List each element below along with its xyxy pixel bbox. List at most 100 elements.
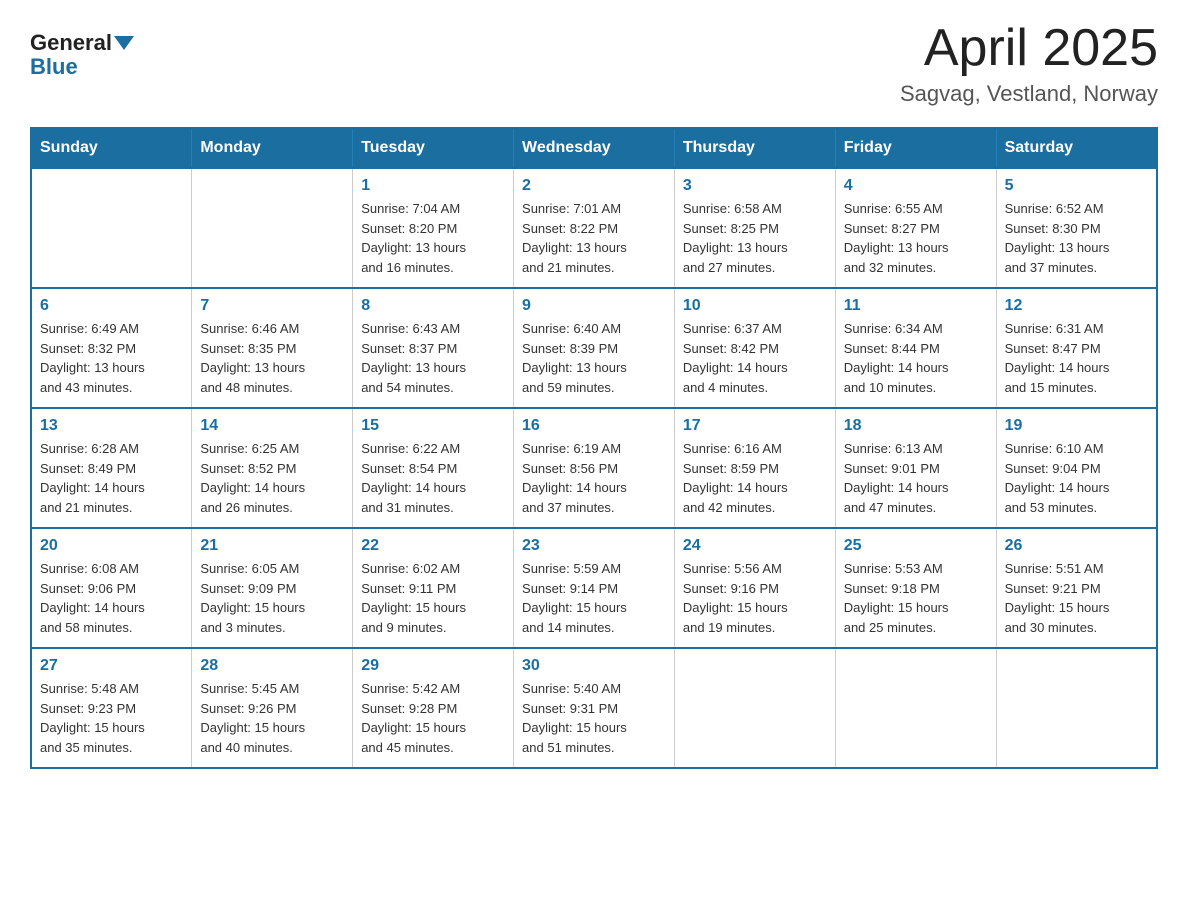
calendar-body: 1 Sunrise: 7:04 AM Sunset: 8:20 PM Daylig… [31,168,1157,768]
day-info-25: Sunrise: 5:53 AM Sunset: 9:18 PM Dayligh… [844,559,988,637]
day-info-27: Sunrise: 5:48 AM Sunset: 9:23 PM Dayligh… [40,679,183,757]
calendar-cell-w1-d6: 4 Sunrise: 6:55 AM Sunset: 8:27 PM Daylig… [835,168,996,288]
calendar-cell-w1-d5: 3 Sunrise: 6:58 AM Sunset: 8:25 PM Daylig… [674,168,835,288]
day-number-20: 20 [40,537,183,555]
days-of-week-row: Sunday Monday Tuesday Wednesday Thursday… [31,128,1157,168]
header-saturday: Saturday [996,128,1157,168]
day-info-5: Sunrise: 6:52 AM Sunset: 8:30 PM Dayligh… [1005,199,1148,277]
calendar-header: Sunday Monday Tuesday Wednesday Thursday… [31,128,1157,168]
calendar-cell-w3-d4: 16 Sunrise: 6:19 AM Sunset: 8:56 PM Dayli… [514,408,675,528]
month-title: April 2025 [900,20,1158,77]
day-info-15: Sunrise: 6:22 AM Sunset: 8:54 PM Dayligh… [361,439,505,517]
calendar-cell-w5-d2: 28Sunrise: 5:45 AM Sunset: 9:26 PM Dayli… [192,648,353,768]
day-info-24: Sunrise: 5:56 AM Sunset: 9:16 PM Dayligh… [683,559,827,637]
day-number-30: 30 [522,657,666,675]
calendar-cell-w2-d2: 7Sunrise: 6:46 AM Sunset: 8:35 PM Daylig… [192,288,353,408]
day-number-1: 1 [361,177,505,195]
day-number-21: 21 [200,537,344,555]
week-row-2: 6 Sunrise: 6:49 AM Sunset: 8:32 PM Daylig… [31,288,1157,408]
header-thursday: Thursday [674,128,835,168]
day-number-29: 29 [361,657,505,675]
week-row-1: 1 Sunrise: 7:04 AM Sunset: 8:20 PM Daylig… [31,168,1157,288]
week-row-5: 27Sunrise: 5:48 AM Sunset: 9:23 PM Dayli… [31,648,1157,768]
calendar-table: Sunday Monday Tuesday Wednesday Thursday… [30,127,1158,769]
day-info-28: Sunrise: 5:45 AM Sunset: 9:26 PM Dayligh… [200,679,344,757]
day-number-13: 13 [40,417,183,435]
day-info-14: Sunrise: 6:25 AM Sunset: 8:52 PM Dayligh… [200,439,344,517]
header-sunday: Sunday [31,128,192,168]
day-number-11: 11 [844,297,988,315]
location-text: Sagvag, Vestland, Norway [900,81,1158,107]
day-number-5: 5 [1005,177,1148,195]
calendar-cell-w5-d1: 27Sunrise: 5:48 AM Sunset: 9:23 PM Dayli… [31,648,192,768]
logo: General Blue [30,30,134,80]
day-number-10: 10 [683,297,827,315]
calendar-cell-w3-d6: 18 Sunrise: 6:13 AM Sunset: 9:01 PM Dayli… [835,408,996,528]
calendar-cell-w3-d3: 15 Sunrise: 6:22 AM Sunset: 8:54 PM Dayli… [353,408,514,528]
day-info-10: Sunrise: 6:37 AM Sunset: 8:42 PM Dayligh… [683,319,827,397]
calendar-cell-w2-d1: 6 Sunrise: 6:49 AM Sunset: 8:32 PM Daylig… [31,288,192,408]
day-number-26: 26 [1005,537,1148,555]
logo-blue-text: Blue [30,54,78,80]
day-info-3: Sunrise: 6:58 AM Sunset: 8:25 PM Dayligh… [683,199,827,277]
day-info-4: Sunrise: 6:55 AM Sunset: 8:27 PM Dayligh… [844,199,988,277]
calendar-cell-w1-d7: 5 Sunrise: 6:52 AM Sunset: 8:30 PM Daylig… [996,168,1157,288]
day-number-8: 8 [361,297,505,315]
day-info-13: Sunrise: 6:28 AM Sunset: 8:49 PM Dayligh… [40,439,183,517]
calendar-cell-w1-d4: 2 Sunrise: 7:01 AM Sunset: 8:22 PM Daylig… [514,168,675,288]
day-info-18: Sunrise: 6:13 AM Sunset: 9:01 PM Dayligh… [844,439,988,517]
logo-arrow-icon [114,36,134,50]
day-info-2: Sunrise: 7:01 AM Sunset: 8:22 PM Dayligh… [522,199,666,277]
day-number-3: 3 [683,177,827,195]
calendar-cell-w4-d2: 21Sunrise: 6:05 AM Sunset: 9:09 PM Dayli… [192,528,353,648]
day-number-6: 6 [40,297,183,315]
calendar-cell-w3-d7: 19Sunrise: 6:10 AM Sunset: 9:04 PM Dayli… [996,408,1157,528]
day-info-29: Sunrise: 5:42 AM Sunset: 9:28 PM Dayligh… [361,679,505,757]
day-number-4: 4 [844,177,988,195]
day-number-2: 2 [522,177,666,195]
day-info-16: Sunrise: 6:19 AM Sunset: 8:56 PM Dayligh… [522,439,666,517]
day-number-25: 25 [844,537,988,555]
calendar-cell-w4-d6: 25 Sunrise: 5:53 AM Sunset: 9:18 PM Dayli… [835,528,996,648]
calendar-cell-w4-d4: 23Sunrise: 5:59 AM Sunset: 9:14 PM Dayli… [514,528,675,648]
day-info-7: Sunrise: 6:46 AM Sunset: 8:35 PM Dayligh… [200,319,344,397]
calendar-cell-w4-d1: 20Sunrise: 6:08 AM Sunset: 9:06 PM Dayli… [31,528,192,648]
day-info-30: Sunrise: 5:40 AM Sunset: 9:31 PM Dayligh… [522,679,666,757]
day-info-19: Sunrise: 6:10 AM Sunset: 9:04 PM Dayligh… [1005,439,1148,517]
logo-general-text: General [30,30,112,56]
calendar-cell-w3-d2: 14 Sunrise: 6:25 AM Sunset: 8:52 PM Dayli… [192,408,353,528]
header-friday: Friday [835,128,996,168]
calendar-cell-w2-d7: 12 Sunrise: 6:31 AM Sunset: 8:47 PM Dayli… [996,288,1157,408]
day-number-18: 18 [844,417,988,435]
calendar-cell-w2-d6: 11 Sunrise: 6:34 AM Sunset: 8:44 PM Dayli… [835,288,996,408]
calendar-cell-w5-d7 [996,648,1157,768]
day-info-11: Sunrise: 6:34 AM Sunset: 8:44 PM Dayligh… [844,319,988,397]
day-number-22: 22 [361,537,505,555]
day-number-15: 15 [361,417,505,435]
day-number-16: 16 [522,417,666,435]
page-header: General Blue April 2025 Sagvag, Vestland… [30,20,1158,107]
day-number-17: 17 [683,417,827,435]
day-number-12: 12 [1005,297,1148,315]
day-info-9: Sunrise: 6:40 AM Sunset: 8:39 PM Dayligh… [522,319,666,397]
calendar-cell-w2-d3: 8 Sunrise: 6:43 AM Sunset: 8:37 PM Daylig… [353,288,514,408]
day-info-12: Sunrise: 6:31 AM Sunset: 8:47 PM Dayligh… [1005,319,1148,397]
calendar-cell-w5-d6 [835,648,996,768]
calendar-cell-w4-d3: 22Sunrise: 6:02 AM Sunset: 9:11 PM Dayli… [353,528,514,648]
day-info-17: Sunrise: 6:16 AM Sunset: 8:59 PM Dayligh… [683,439,827,517]
calendar-cell-w3-d5: 17 Sunrise: 6:16 AM Sunset: 8:59 PM Dayli… [674,408,835,528]
calendar-cell-w2-d4: 9 Sunrise: 6:40 AM Sunset: 8:39 PM Daylig… [514,288,675,408]
day-number-23: 23 [522,537,666,555]
calendar-cell-w4-d7: 26 Sunrise: 5:51 AM Sunset: 9:21 PM Dayli… [996,528,1157,648]
calendar-cell-w5-d5 [674,648,835,768]
day-number-9: 9 [522,297,666,315]
day-info-1: Sunrise: 7:04 AM Sunset: 8:20 PM Dayligh… [361,199,505,277]
calendar-cell-w1-d3: 1 Sunrise: 7:04 AM Sunset: 8:20 PM Daylig… [353,168,514,288]
header-monday: Monday [192,128,353,168]
day-info-8: Sunrise: 6:43 AM Sunset: 8:37 PM Dayligh… [361,319,505,397]
title-block: April 2025 Sagvag, Vestland, Norway [900,20,1158,107]
calendar-cell-w5-d4: 30 Sunrise: 5:40 AM Sunset: 9:31 PM Dayli… [514,648,675,768]
day-number-14: 14 [200,417,344,435]
day-info-26: Sunrise: 5:51 AM Sunset: 9:21 PM Dayligh… [1005,559,1148,637]
day-info-6: Sunrise: 6:49 AM Sunset: 8:32 PM Dayligh… [40,319,183,397]
